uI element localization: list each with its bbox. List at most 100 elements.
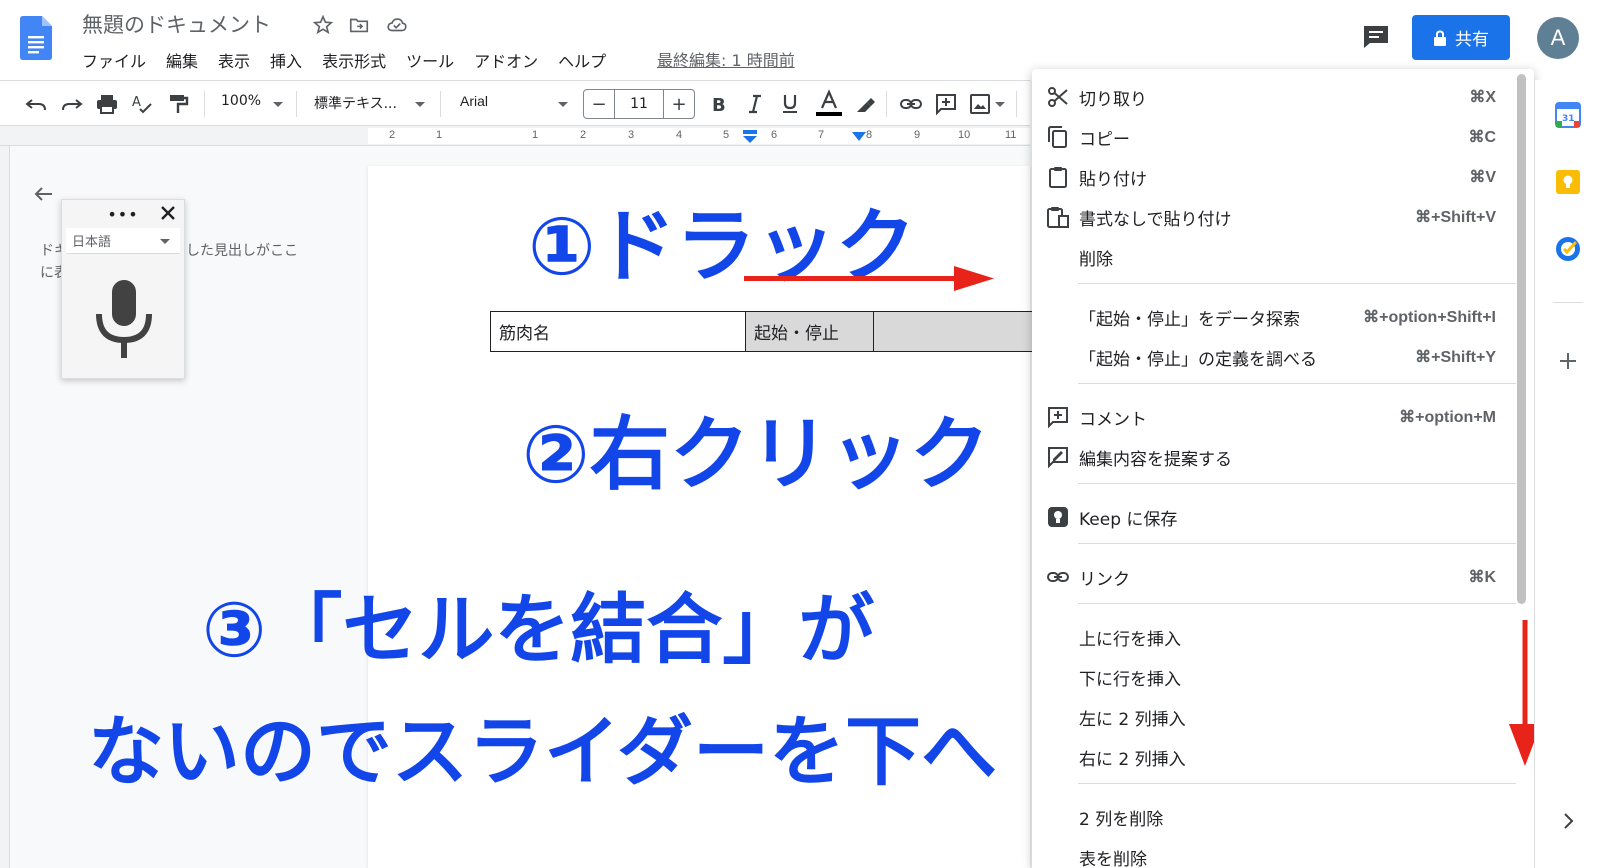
- right-indent-marker-icon[interactable]: [852, 132, 866, 142]
- insert-image-icon[interactable]: [968, 92, 992, 116]
- microphone-icon[interactable]: [94, 280, 154, 362]
- close-icon[interactable]: [160, 205, 176, 221]
- menu-view[interactable]: 表示: [218, 48, 250, 72]
- comment-history-icon[interactable]: [1362, 24, 1390, 50]
- menu-file[interactable]: ファイル: [82, 48, 146, 72]
- menu-item-delete-table[interactable]: 表を削除: [1032, 837, 1520, 868]
- zoom-dropdown-icon[interactable]: [273, 102, 283, 107]
- outline-text-tail: した見出しがここ: [186, 243, 298, 259]
- font-size-input[interactable]: 11: [614, 90, 664, 118]
- menu-divider: [1078, 483, 1516, 484]
- bold-icon[interactable]: B: [707, 92, 731, 116]
- menu-item-cut[interactable]: 切り取り ⌘X: [1032, 77, 1520, 117]
- menu-item-label: 右に 2 列挿入: [1079, 749, 1186, 770]
- horizontal-ruler[interactable]: 2 1 1 2 3 4 5 6 7 8 9 10 11: [0, 126, 1030, 146]
- more-options-icon[interactable]: •••: [107, 205, 138, 224]
- back-arrow-icon[interactable]: [32, 182, 56, 206]
- language-select[interactable]: 日本語: [66, 228, 180, 254]
- vertical-ruler[interactable]: [0, 146, 10, 868]
- redo-icon[interactable]: [60, 92, 84, 116]
- menu-item-suggest-edits[interactable]: 編集内容を提案する: [1032, 437, 1520, 477]
- move-to-folder-icon[interactable]: [348, 14, 370, 36]
- table-row: 筋肉名 起始・停止: [490, 311, 1034, 352]
- add-addon-icon[interactable]: [1555, 348, 1581, 374]
- menu-item-shortcut: ⌘+Shift+Y: [1415, 349, 1496, 366]
- insert-link-icon[interactable]: [899, 92, 923, 116]
- docs-logo-icon[interactable]: [20, 16, 52, 60]
- last-edit-link[interactable]: 最終編集: 1 時間前: [657, 47, 795, 71]
- menu-item-paste-without-formatting[interactable]: 書式なしで貼り付け ⌘+Shift+V: [1032, 197, 1520, 237]
- menu-divider: [1078, 603, 1516, 604]
- ruler-number: 8: [866, 129, 873, 141]
- menu-item-delete[interactable]: 削除: [1032, 237, 1520, 277]
- indent-marker-icon[interactable]: [742, 130, 758, 144]
- menu-item-define[interactable]: 「起始・停止」の定義を調べる ⌘+Shift+Y: [1032, 337, 1520, 377]
- highlight-color-icon[interactable]: [853, 92, 877, 116]
- ruler-number: 4: [676, 129, 683, 141]
- menu-item-label: 下に行を挿入: [1079, 669, 1181, 690]
- image-dropdown-icon[interactable]: [995, 102, 1005, 107]
- text-color-icon[interactable]: [814, 89, 844, 119]
- style-select[interactable]: 標準テキス...: [314, 93, 397, 113]
- decrease-font-size-button[interactable]: −: [584, 90, 614, 118]
- menu-item-explore[interactable]: 「起始・停止」をデータ探索 ⌘+option+Shift+I: [1032, 297, 1520, 337]
- print-icon[interactable]: [95, 92, 119, 116]
- menu-item-label: リンク: [1079, 569, 1130, 590]
- menu-item-insert-columns-right[interactable]: 右に 2 列挿入: [1032, 737, 1520, 777]
- menu-item-paste[interactable]: 貼り付け ⌘V: [1032, 157, 1520, 197]
- chevron-right-icon[interactable]: [1555, 808, 1581, 834]
- link-icon: [1047, 572, 1069, 582]
- menu-addons[interactable]: アドオン: [474, 48, 538, 72]
- ruler-number: 2: [580, 129, 587, 141]
- table-cell-selected[interactable]: [873, 311, 1034, 352]
- table-cell-selected[interactable]: 起始・停止: [745, 311, 874, 352]
- table-cell[interactable]: 筋肉名: [490, 311, 746, 352]
- voice-panel-header[interactable]: •••: [62, 200, 184, 228]
- menu-item-save-to-keep[interactable]: Keep に保存: [1032, 497, 1520, 537]
- cloud-saved-icon[interactable]: [386, 14, 408, 36]
- account-avatar[interactable]: A: [1537, 17, 1579, 59]
- menu-item-comment[interactable]: コメント ⌘+option+M: [1032, 397, 1520, 437]
- tasks-icon[interactable]: [1555, 236, 1581, 262]
- menu-edit[interactable]: 編集: [166, 48, 198, 72]
- style-dropdown-icon[interactable]: [415, 102, 425, 107]
- share-button[interactable]: 共有: [1412, 15, 1510, 60]
- menu-item-insert-columns-left[interactable]: 左に 2 列挿入: [1032, 697, 1520, 737]
- svg-text:B: B: [712, 95, 726, 116]
- menu-item-insert-row-above[interactable]: 上に行を挿入: [1032, 617, 1520, 657]
- copy-icon: [1048, 126, 1067, 148]
- undo-icon[interactable]: [24, 92, 48, 116]
- menu-item-insert-row-below[interactable]: 下に行を挿入: [1032, 657, 1520, 697]
- menu-help[interactable]: ヘルプ: [558, 48, 606, 72]
- keep-icon: [1048, 507, 1068, 527]
- underline-icon[interactable]: [778, 92, 802, 116]
- context-menu-scrollbar[interactable]: [1517, 74, 1526, 604]
- zoom-select[interactable]: 100%: [221, 93, 261, 109]
- lock-icon: [1434, 29, 1446, 46]
- keep-app-icon[interactable]: [1555, 169, 1581, 195]
- ruler-number: 7: [818, 129, 825, 141]
- star-icon[interactable]: [312, 14, 334, 36]
- menu-format[interactable]: 表示形式: [322, 48, 386, 72]
- svg-text:A: A: [132, 95, 141, 110]
- increase-font-size-button[interactable]: +: [664, 90, 694, 118]
- font-select[interactable]: Arial: [460, 93, 488, 109]
- menu-item-label: 「起始・停止」の定義を調べる: [1079, 349, 1317, 370]
- suggest-edit-icon: [1048, 447, 1068, 469]
- menu-item-delete-columns[interactable]: 2 列を削除: [1032, 797, 1520, 837]
- menu-tools[interactable]: ツール: [406, 48, 454, 72]
- spellcheck-icon[interactable]: A: [130, 92, 154, 116]
- annotation-step-3-continued: ないのでスライダーを下へ: [88, 707, 997, 796]
- document-title[interactable]: 無題のドキュメント: [82, 9, 271, 39]
- menu-item-label: 2 列を削除: [1079, 809, 1164, 830]
- menu-item-shortcut: ⌘+option+M: [1399, 409, 1496, 426]
- menu-item-shortcut: ⌘K: [1468, 569, 1496, 586]
- menu-item-copy[interactable]: コピー ⌘C: [1032, 117, 1520, 157]
- paint-format-icon[interactable]: [166, 92, 190, 116]
- add-comment-toolbar-icon[interactable]: [934, 92, 958, 116]
- menu-insert[interactable]: 挿入: [270, 48, 302, 72]
- font-dropdown-icon[interactable]: [558, 102, 568, 107]
- italic-icon[interactable]: [743, 92, 767, 116]
- menu-item-link[interactable]: リンク ⌘K: [1032, 557, 1520, 597]
- calendar-icon[interactable]: 31: [1555, 102, 1581, 128]
